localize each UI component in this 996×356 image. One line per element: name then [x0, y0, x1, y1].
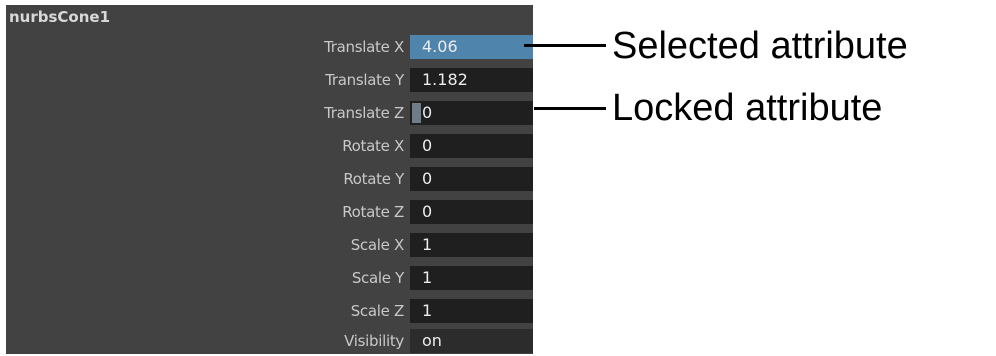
- attribute-field[interactable]: 1: [410, 266, 533, 290]
- attribute-value: 4.06: [422, 37, 458, 56]
- attribute-value: 0: [422, 202, 433, 221]
- locked-callout-line: [534, 107, 606, 110]
- attribute-row-scale-y[interactable]: Scale Y 1: [6, 263, 533, 293]
- attribute-label[interactable]: Translate Z: [324, 98, 404, 128]
- attribute-label[interactable]: Rotate X: [342, 131, 404, 161]
- attribute-field[interactable]: 0: [410, 134, 533, 158]
- attribute-value: 1: [422, 235, 433, 254]
- attribute-row-visibility[interactable]: Visibility on: [6, 326, 533, 354]
- attribute-value: on: [422, 331, 442, 350]
- selected-callout-label: Selected attribute: [612, 25, 908, 67]
- attribute-label[interactable]: Rotate Y: [343, 164, 404, 194]
- attribute-value: 0: [422, 169, 433, 188]
- selected-callout-line: [524, 44, 606, 47]
- attribute-label[interactable]: Scale Y: [352, 263, 404, 293]
- lock-indicator-icon: [412, 103, 421, 123]
- locked-callout-label: Locked attribute: [612, 87, 883, 129]
- attribute-label[interactable]: Translate Y: [325, 65, 404, 95]
- attribute-row-scale-x[interactable]: Scale X 1: [6, 230, 533, 260]
- attribute-value: 0: [422, 136, 433, 155]
- attribute-field-selected[interactable]: 4.06: [410, 35, 533, 59]
- attribute-field[interactable]: 1.182: [410, 68, 533, 92]
- attribute-value: 1: [422, 301, 433, 320]
- attribute-row-rotate-z[interactable]: Rotate Z 0: [6, 197, 533, 227]
- attribute-value: 0: [422, 103, 433, 122]
- attribute-value: 1: [422, 268, 433, 287]
- channel-box-panel: nurbsCone1 Translate X 4.06 Translate Y …: [6, 5, 533, 354]
- attribute-field[interactable]: on: [410, 329, 533, 353]
- attribute-field[interactable]: 1: [410, 233, 533, 257]
- attribute-label[interactable]: Rotate Z: [342, 197, 404, 227]
- attribute-row-translate-y[interactable]: Translate Y 1.182: [6, 65, 533, 95]
- attribute-row-scale-z[interactable]: Scale Z 1: [6, 296, 533, 326]
- attribute-field[interactable]: 0: [410, 167, 533, 191]
- attribute-field-locked[interactable]: 0: [410, 101, 533, 125]
- attribute-field[interactable]: 1: [410, 299, 533, 323]
- attribute-row-translate-x[interactable]: Translate X 4.06: [6, 32, 533, 62]
- attribute-label[interactable]: Scale Z: [351, 296, 405, 326]
- attribute-label[interactable]: Visibility: [344, 326, 404, 354]
- attribute-field[interactable]: 0: [410, 200, 533, 224]
- attribute-row-rotate-x[interactable]: Rotate X 0: [6, 131, 533, 161]
- attribute-row-rotate-y[interactable]: Rotate Y 0: [6, 164, 533, 194]
- attribute-value: 1.182: [422, 70, 468, 89]
- attribute-label[interactable]: Scale X: [351, 230, 405, 260]
- attribute-label[interactable]: Translate X: [324, 32, 404, 62]
- attribute-row-translate-z[interactable]: Translate Z 0: [6, 98, 533, 128]
- node-name[interactable]: nurbsCone1: [9, 5, 110, 29]
